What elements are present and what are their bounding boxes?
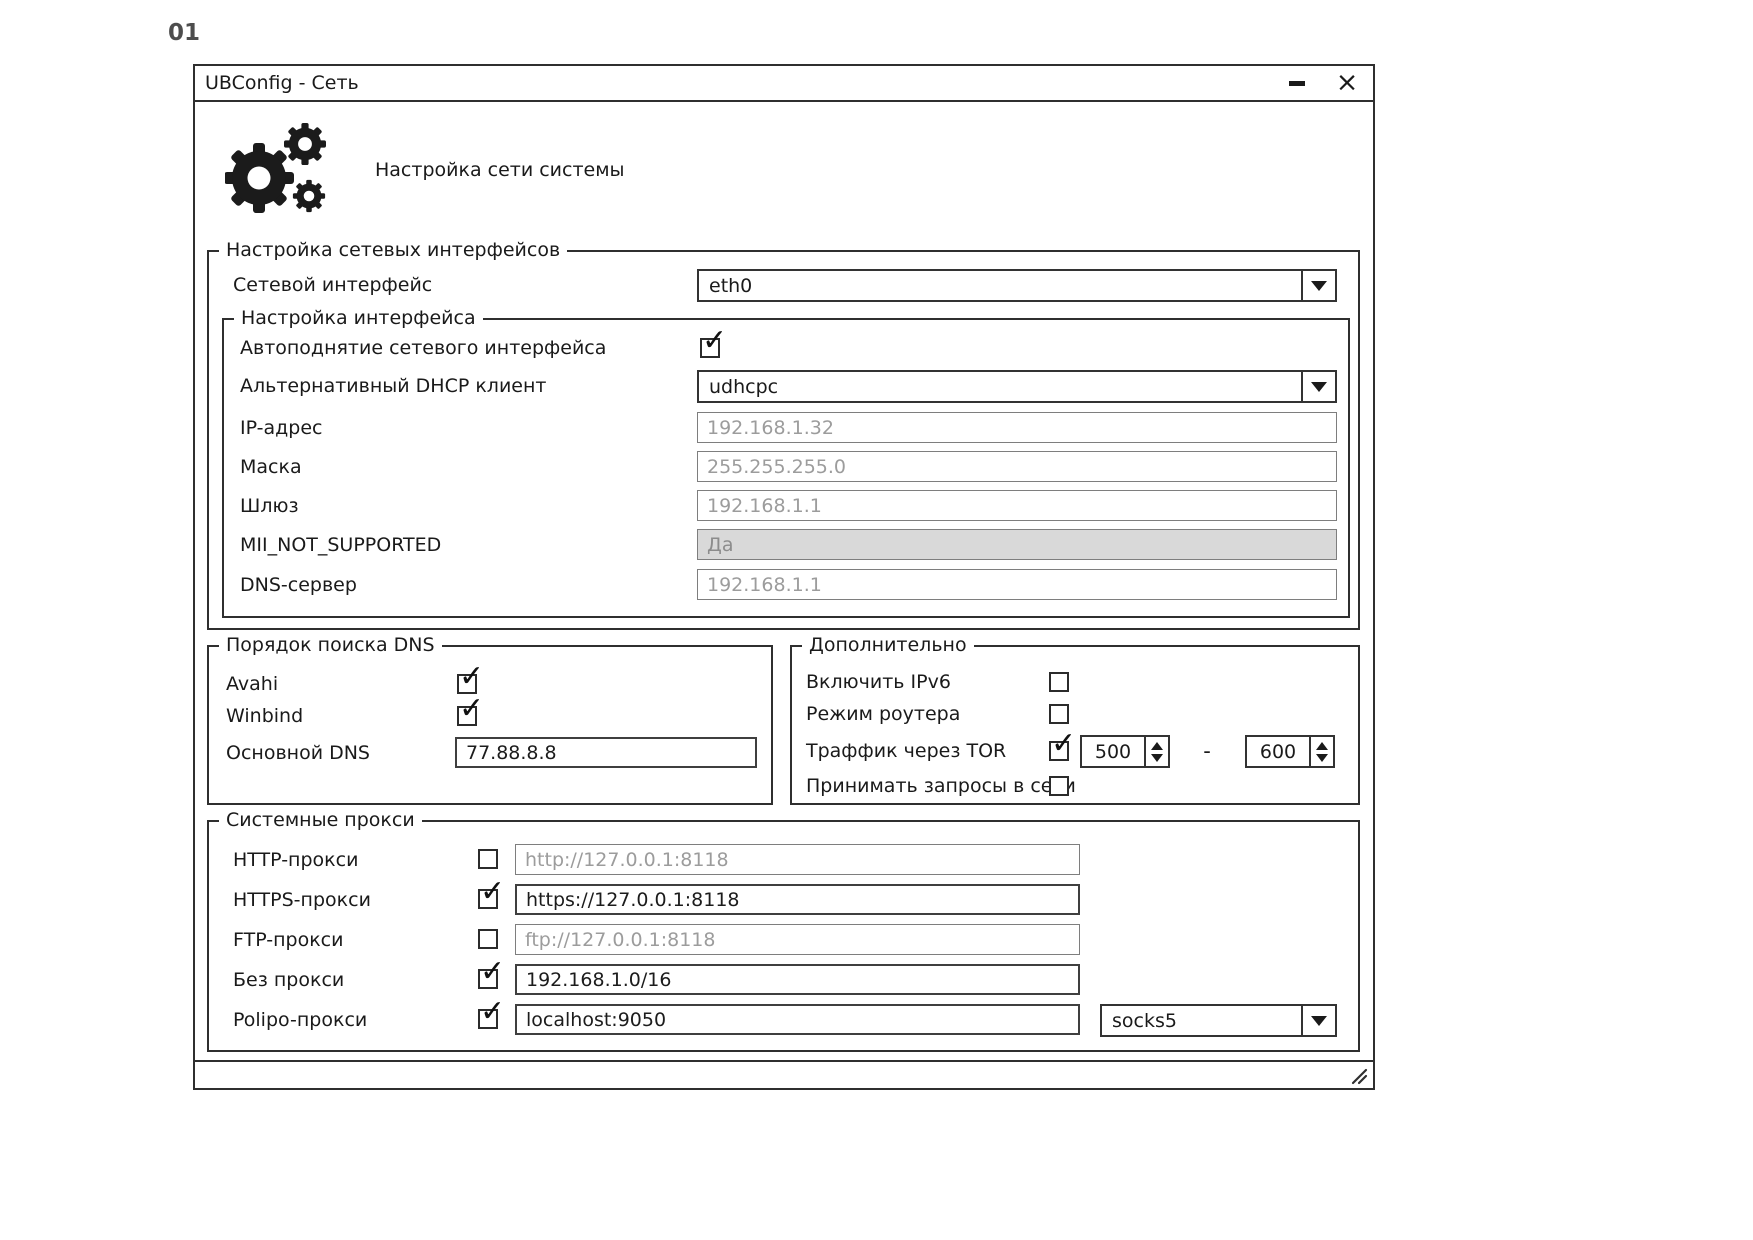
polipo-proxy-checkbox[interactable]: ✓ bbox=[478, 1009, 498, 1029]
interface-select-button[interactable] bbox=[1301, 271, 1335, 300]
spinner-down-icon[interactable] bbox=[1316, 754, 1328, 762]
tor-traffic-checkbox[interactable]: ✓ bbox=[1049, 741, 1069, 761]
primary-dns-input[interactable] bbox=[455, 737, 757, 768]
resize-grip-icon[interactable] bbox=[1348, 1065, 1368, 1085]
auto-up-checkbox[interactable]: ✓ bbox=[700, 338, 720, 358]
tor-port-to-value[interactable]: 600 bbox=[1247, 737, 1309, 766]
polipo-protocol-select-value: socks5 bbox=[1102, 1006, 1301, 1035]
mii-label: MII_NOT_SUPPORTED bbox=[240, 533, 441, 557]
interface-select-value: eth0 bbox=[699, 271, 1301, 300]
tor-traffic-label: Траффик через TOR bbox=[806, 739, 1006, 763]
router-mode-checkbox[interactable] bbox=[1049, 704, 1069, 724]
http-proxy-checkbox[interactable] bbox=[478, 849, 498, 869]
group-network-interfaces-title: Настройка сетевых интерфейсов bbox=[219, 239, 567, 261]
http-proxy-input[interactable] bbox=[515, 844, 1080, 875]
statusbar bbox=[195, 1060, 1373, 1088]
polipo-protocol-select[interactable]: socks5 bbox=[1100, 1004, 1337, 1037]
checkmark-icon: ✓ bbox=[480, 997, 505, 1027]
primary-dns-label: Основной DNS bbox=[226, 741, 370, 765]
checkmark-icon: ✓ bbox=[480, 957, 505, 987]
close-icon: × bbox=[1336, 71, 1359, 95]
checkmark-icon: ✓ bbox=[702, 326, 727, 356]
group-interface-settings: Настройка интерфейса Автоподнятие сетево… bbox=[222, 318, 1350, 618]
winbind-label: Winbind bbox=[226, 704, 303, 728]
dhcp-client-select-value: udhcpc bbox=[699, 372, 1301, 401]
ftp-proxy-label: FTP-прокси bbox=[233, 928, 343, 952]
minimize-button[interactable] bbox=[1285, 71, 1309, 95]
group-network-interfaces: Настройка сетевых интерфейсов Сетевой ин… bbox=[207, 250, 1360, 630]
dhcp-client-select[interactable]: udhcpc bbox=[697, 370, 1337, 403]
spinner-up-icon[interactable] bbox=[1316, 742, 1328, 750]
close-button[interactable]: × bbox=[1335, 71, 1359, 95]
checkmark-icon: ✓ bbox=[1051, 729, 1076, 759]
no-proxy-input[interactable] bbox=[515, 964, 1080, 995]
group-system-proxies-title: Системные прокси bbox=[219, 809, 422, 831]
tor-port-from-spinner[interactable]: 500 bbox=[1080, 735, 1170, 768]
router-mode-label: Режим роутера bbox=[806, 702, 960, 726]
gears-icon bbox=[225, 114, 337, 230]
dns-server-input[interactable] bbox=[697, 569, 1337, 600]
no-proxy-label: Без прокси bbox=[233, 968, 344, 992]
ip-label: IP-адрес bbox=[240, 416, 322, 440]
checkmark-icon: ✓ bbox=[459, 694, 484, 724]
interface-select[interactable]: eth0 bbox=[697, 269, 1337, 302]
group-additional-title: Дополнительно bbox=[802, 634, 974, 656]
ip-input[interactable] bbox=[697, 412, 1337, 443]
window-titlebar[interactable]: UBConfig - Сеть × bbox=[195, 66, 1373, 102]
winbind-checkbox[interactable]: ✓ bbox=[457, 706, 477, 726]
tor-port-from-spin-buttons bbox=[1144, 737, 1168, 766]
ipv6-checkbox[interactable] bbox=[1049, 672, 1069, 692]
window-title: UBConfig - Сеть bbox=[205, 72, 359, 94]
ftp-proxy-input[interactable] bbox=[515, 924, 1080, 955]
dhcp-client-label: Альтернативный DHCP клиент bbox=[240, 374, 546, 398]
chevron-down-icon bbox=[1311, 1016, 1327, 1026]
ubconfig-window: UBConfig - Сеть × bbox=[193, 64, 1375, 1090]
group-dns-order: Порядок поиска DNS Avahi ✓ Winbind ✓ Осн… bbox=[207, 645, 773, 805]
interface-label: Сетевой интерфейс bbox=[233, 273, 432, 297]
tor-port-to-spin-buttons bbox=[1309, 737, 1333, 766]
dialog-subtitle: Настройка сети системы bbox=[375, 159, 625, 181]
polipo-protocol-select-button[interactable] bbox=[1301, 1006, 1335, 1035]
group-additional: Дополнительно Включить IPv6 Режим роутер… bbox=[790, 645, 1360, 805]
polipo-proxy-input[interactable] bbox=[515, 1004, 1080, 1035]
tor-range-separator: - bbox=[1197, 739, 1217, 763]
auto-up-label: Автоподнятие сетевого интерфейса bbox=[240, 336, 606, 360]
chevron-down-icon bbox=[1311, 281, 1327, 291]
accept-requests-checkbox[interactable] bbox=[1049, 776, 1069, 796]
checkmark-icon: ✓ bbox=[459, 662, 484, 692]
mask-input[interactable] bbox=[697, 451, 1337, 482]
tor-port-from-value[interactable]: 500 bbox=[1082, 737, 1144, 766]
tor-port-to-spinner[interactable]: 600 bbox=[1245, 735, 1335, 768]
wireframe-canvas: 01 UBConfig - Сеть × bbox=[0, 0, 1753, 1240]
http-proxy-label: HTTP-прокси bbox=[233, 848, 358, 872]
spinner-down-icon[interactable] bbox=[1151, 754, 1163, 762]
window-controls: × bbox=[1285, 71, 1359, 95]
https-proxy-label: HTTPS-прокси bbox=[233, 888, 371, 912]
gateway-label: Шлюз bbox=[240, 494, 299, 518]
ipv6-label: Включить IPv6 bbox=[806, 670, 951, 694]
checkmark-icon: ✓ bbox=[480, 877, 505, 907]
ftp-proxy-checkbox[interactable] bbox=[478, 929, 498, 949]
page-number: 01 bbox=[168, 20, 200, 46]
group-interface-settings-title: Настройка интерфейса bbox=[234, 307, 483, 329]
https-proxy-checkbox[interactable]: ✓ bbox=[478, 889, 498, 909]
group-dns-order-title: Порядок поиска DNS bbox=[219, 634, 442, 656]
polipo-proxy-label: Polipo-прокси bbox=[233, 1008, 367, 1032]
chevron-down-icon bbox=[1311, 382, 1327, 392]
dhcp-client-select-button[interactable] bbox=[1301, 372, 1335, 401]
no-proxy-checkbox[interactable]: ✓ bbox=[478, 969, 498, 989]
group-system-proxies: Системные прокси HTTP-прокси HTTPS-прокс… bbox=[207, 820, 1360, 1052]
minimize-icon bbox=[1289, 81, 1305, 86]
mask-label: Маска bbox=[240, 455, 302, 479]
avahi-label: Avahi bbox=[226, 672, 278, 696]
https-proxy-input[interactable] bbox=[515, 884, 1080, 915]
mii-input bbox=[697, 529, 1337, 560]
gateway-input[interactable] bbox=[697, 490, 1337, 521]
dns-server-label: DNS-сервер bbox=[240, 573, 357, 597]
spinner-up-icon[interactable] bbox=[1151, 742, 1163, 750]
accept-requests-label: Принимать запросы в сети bbox=[806, 774, 1076, 798]
